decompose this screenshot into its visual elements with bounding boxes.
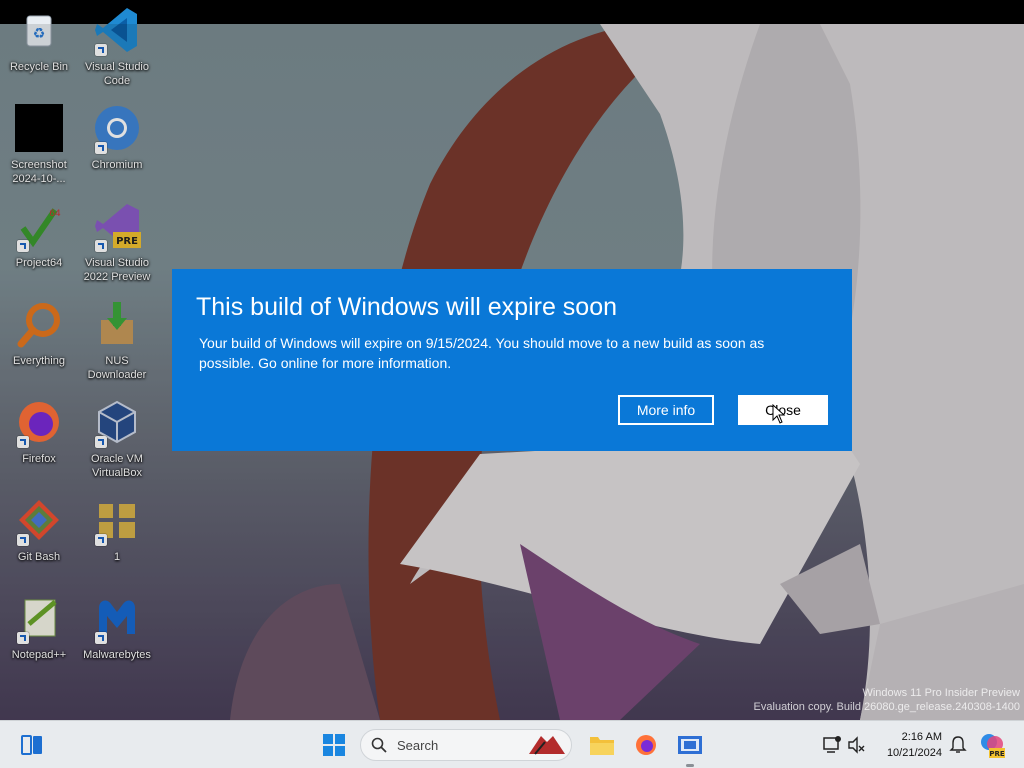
network-icon — [823, 736, 841, 753]
firefox-taskbar-button[interactable] — [630, 729, 662, 761]
file-explorer-icon — [590, 737, 614, 755]
widgets-button[interactable] — [16, 729, 48, 761]
start-button[interactable] — [318, 729, 350, 761]
dialog-title: This build of Windows will expire soon — [196, 293, 618, 321]
more-info-button[interactable]: More info — [618, 395, 714, 425]
bell-icon — [949, 736, 967, 753]
watermark-line-2: Evaluation copy. Build 26080.ge_release.… — [753, 701, 1020, 713]
volume-muted-icon — [848, 736, 865, 754]
taskbar-clock[interactable]: 2:16 AM 10/21/2024 — [872, 729, 942, 761]
mouse-cursor-icon — [772, 404, 786, 424]
vm-window-icon — [678, 736, 702, 754]
taskbar: Search 2:16 AM 10/21/2024 PRE — [0, 720, 1024, 768]
widgets-icon — [21, 735, 42, 755]
dialog-message: Your build of Windows will expire on 9/1… — [199, 335, 765, 371]
copilot-button[interactable]: PRE — [976, 729, 1008, 761]
build-watermark: Windows 11 Pro Insider Preview Evaluatio… — [754, 686, 1020, 714]
running-indicator — [686, 764, 694, 767]
watermark-line-1: Windows 11 Pro Insider Preview — [862, 687, 1020, 699]
search-placeholder: Search — [397, 737, 439, 753]
expiration-dialog: This build of Windows will expire soon Y… — [172, 269, 852, 451]
file-explorer-button[interactable] — [586, 729, 618, 761]
copilot-pre-icon: PRE — [981, 734, 1005, 758]
firefox-icon — [636, 735, 656, 755]
volume-tray-button[interactable] — [840, 729, 872, 761]
virtualbox-taskbar-button[interactable] — [674, 729, 706, 767]
tray-pre-badge: PRE — [989, 750, 1005, 758]
desktop-screen: ♻ Recycle Bin Screenshot 2024-10-... 64 … — [0, 0, 1024, 768]
windows-start-icon — [323, 734, 345, 756]
taskbar-search-box[interactable]: Search — [360, 729, 572, 761]
notifications-button[interactable] — [942, 729, 974, 761]
search-highlight-icon — [529, 736, 565, 755]
clock-date: 10/21/2024 — [886, 747, 942, 759]
search-icon — [371, 737, 387, 753]
clock-time: 2:16 AM — [901, 731, 942, 743]
